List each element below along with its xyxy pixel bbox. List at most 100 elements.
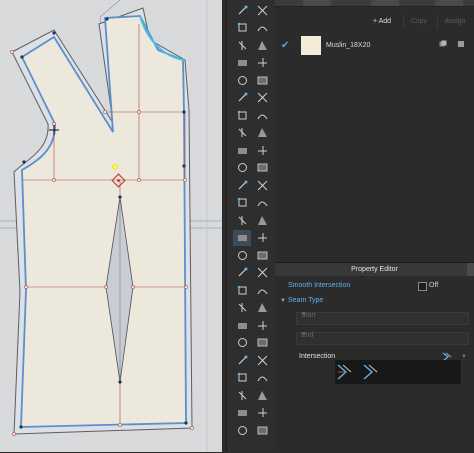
pattern-drawing[interactable] xyxy=(0,0,222,452)
pattern-point[interactable] xyxy=(182,110,186,114)
midpoint-handle[interactable] xyxy=(10,50,14,54)
midpoint-handle[interactable] xyxy=(12,432,16,436)
tool-icon-36[interactable] xyxy=(253,300,271,316)
smooth-intersection-checkbox[interactable] xyxy=(418,282,427,291)
pattern-point[interactable] xyxy=(105,17,109,21)
midpoint-handle[interactable] xyxy=(104,285,108,289)
fabric-delete-icon[interactable] xyxy=(457,40,465,47)
panel-resize-handle[interactable] xyxy=(467,263,474,276)
tool-icon-28[interactable] xyxy=(253,230,271,246)
midpoint-handle[interactable] xyxy=(183,178,187,182)
tool-icon-34[interactable] xyxy=(253,282,271,298)
midpoint-handle[interactable] xyxy=(137,178,141,182)
tool-icon-44[interactable] xyxy=(253,370,271,386)
tool-icon-10[interactable] xyxy=(253,72,271,88)
tool-icon-7[interactable] xyxy=(233,55,251,71)
tool-icon-26[interactable] xyxy=(253,212,271,228)
tool-icon-12[interactable] xyxy=(253,90,271,106)
seam-start-select[interactable]: Start ▼ xyxy=(296,312,469,325)
tool-icon-41[interactable] xyxy=(233,352,251,368)
checkmark-icon[interactable]: ✔ xyxy=(281,40,293,51)
add-fabric-button[interactable]: + Add xyxy=(367,15,397,29)
seam-type-row[interactable]: ▼ Seam Type xyxy=(275,294,474,308)
pattern-point[interactable] xyxy=(20,55,24,59)
copy-fabric-button[interactable]: Copy xyxy=(403,15,434,29)
tool-icon-6[interactable] xyxy=(253,37,271,53)
tool-icon-3[interactable] xyxy=(233,20,251,36)
tool-icon-46[interactable] xyxy=(253,387,271,403)
fabric-copy-icon[interactable] xyxy=(439,40,447,47)
tool-icon-49[interactable] xyxy=(233,422,251,438)
tool-icon-25[interactable] xyxy=(233,212,251,228)
pattern-point[interactable] xyxy=(182,164,186,168)
tool-icon-1[interactable] xyxy=(233,2,251,18)
tool-icon-19[interactable] xyxy=(233,160,251,176)
tool-icon-31[interactable] xyxy=(233,265,251,281)
assign-fabric-button[interactable]: Assign xyxy=(437,15,472,29)
intersection-style-popup xyxy=(335,360,461,384)
pattern-point[interactable] xyxy=(22,160,26,164)
pattern-point[interactable] xyxy=(19,425,23,429)
midpoint-handle[interactable] xyxy=(190,426,194,430)
panel-tab[interactable] xyxy=(371,0,399,6)
panel-tab-bar xyxy=(275,0,474,7)
tool-icon-15[interactable] xyxy=(233,125,251,141)
property-editor-header: Property Editor xyxy=(275,263,474,276)
tool-icon-33[interactable] xyxy=(233,282,251,298)
tool-icon-47[interactable] xyxy=(233,405,251,421)
tool-icon-13[interactable] xyxy=(233,107,251,123)
tool-icon-23[interactable] xyxy=(233,195,251,211)
tool-icon-14[interactable] xyxy=(253,107,271,123)
tool-icon-50[interactable] xyxy=(253,422,271,438)
intersection-style-option-2-icon[interactable] xyxy=(361,362,383,382)
intersection-style-option-1-icon[interactable] xyxy=(335,362,357,382)
panel-tab[interactable] xyxy=(435,0,463,6)
tool-icon-43[interactable] xyxy=(233,370,251,386)
fabric-swatch xyxy=(301,35,321,55)
tool-icon-8[interactable] xyxy=(253,55,271,71)
expand-triangle-icon[interactable]: ▼ xyxy=(280,294,286,308)
pattern-point[interactable] xyxy=(118,195,122,199)
tool-icon-4[interactable] xyxy=(253,20,271,36)
tool-icon-48[interactable] xyxy=(253,405,271,421)
fabric-name: Muslin_18X20 xyxy=(326,41,371,49)
tool-icon-24[interactable] xyxy=(253,195,271,211)
pattern-point[interactable] xyxy=(184,421,188,425)
tool-icon-35[interactable] xyxy=(233,300,251,316)
tool-icon-38[interactable] xyxy=(253,317,271,333)
midpoint-handle[interactable] xyxy=(24,285,28,289)
panel-tab[interactable] xyxy=(303,0,331,6)
tool-icon-20[interactable] xyxy=(253,160,271,176)
tool-icon-22[interactable] xyxy=(253,177,271,193)
midpoint-handle[interactable] xyxy=(118,423,122,427)
pattern-canvas[interactable] xyxy=(0,0,222,452)
tool-icon-39[interactable] xyxy=(233,335,251,351)
tool-icon-29[interactable] xyxy=(233,247,251,263)
seam-end-select[interactable]: End ▼ xyxy=(296,332,469,345)
tool-icon-37[interactable] xyxy=(233,317,251,333)
tool-icon-17[interactable] xyxy=(233,142,251,158)
selected-point[interactable] xyxy=(112,164,118,170)
tool-icon-45[interactable] xyxy=(233,387,251,403)
midpoint-handle[interactable] xyxy=(103,110,107,114)
tool-icon-5[interactable] xyxy=(233,37,251,53)
pattern-point[interactable] xyxy=(118,380,122,384)
tool-icon-30[interactable] xyxy=(253,247,271,263)
midpoint-handle[interactable] xyxy=(137,110,141,114)
dropdown-arrow-icon[interactable]: ▼ xyxy=(461,350,467,364)
tool-icon-18[interactable] xyxy=(253,142,271,158)
tool-icon-9[interactable] xyxy=(233,72,251,88)
tool-icon-2[interactable] xyxy=(253,2,271,18)
midpoint-handle[interactable] xyxy=(52,178,56,182)
pattern-point[interactable] xyxy=(52,31,56,35)
tool-icon-21[interactable] xyxy=(233,177,251,193)
tool-icon-27[interactable] xyxy=(233,229,251,246)
midpoint-handle[interactable] xyxy=(131,285,135,289)
midpoint-handle[interactable] xyxy=(184,285,188,289)
fabric-list-item[interactable]: ✔ Muslin_18X20 xyxy=(281,33,471,57)
tool-icon-42[interactable] xyxy=(253,352,271,368)
tool-icon-16[interactable] xyxy=(253,125,271,141)
tool-icon-32[interactable] xyxy=(253,265,271,281)
tool-icon-11[interactable] xyxy=(233,90,251,106)
tool-icon-40[interactable] xyxy=(253,335,271,351)
